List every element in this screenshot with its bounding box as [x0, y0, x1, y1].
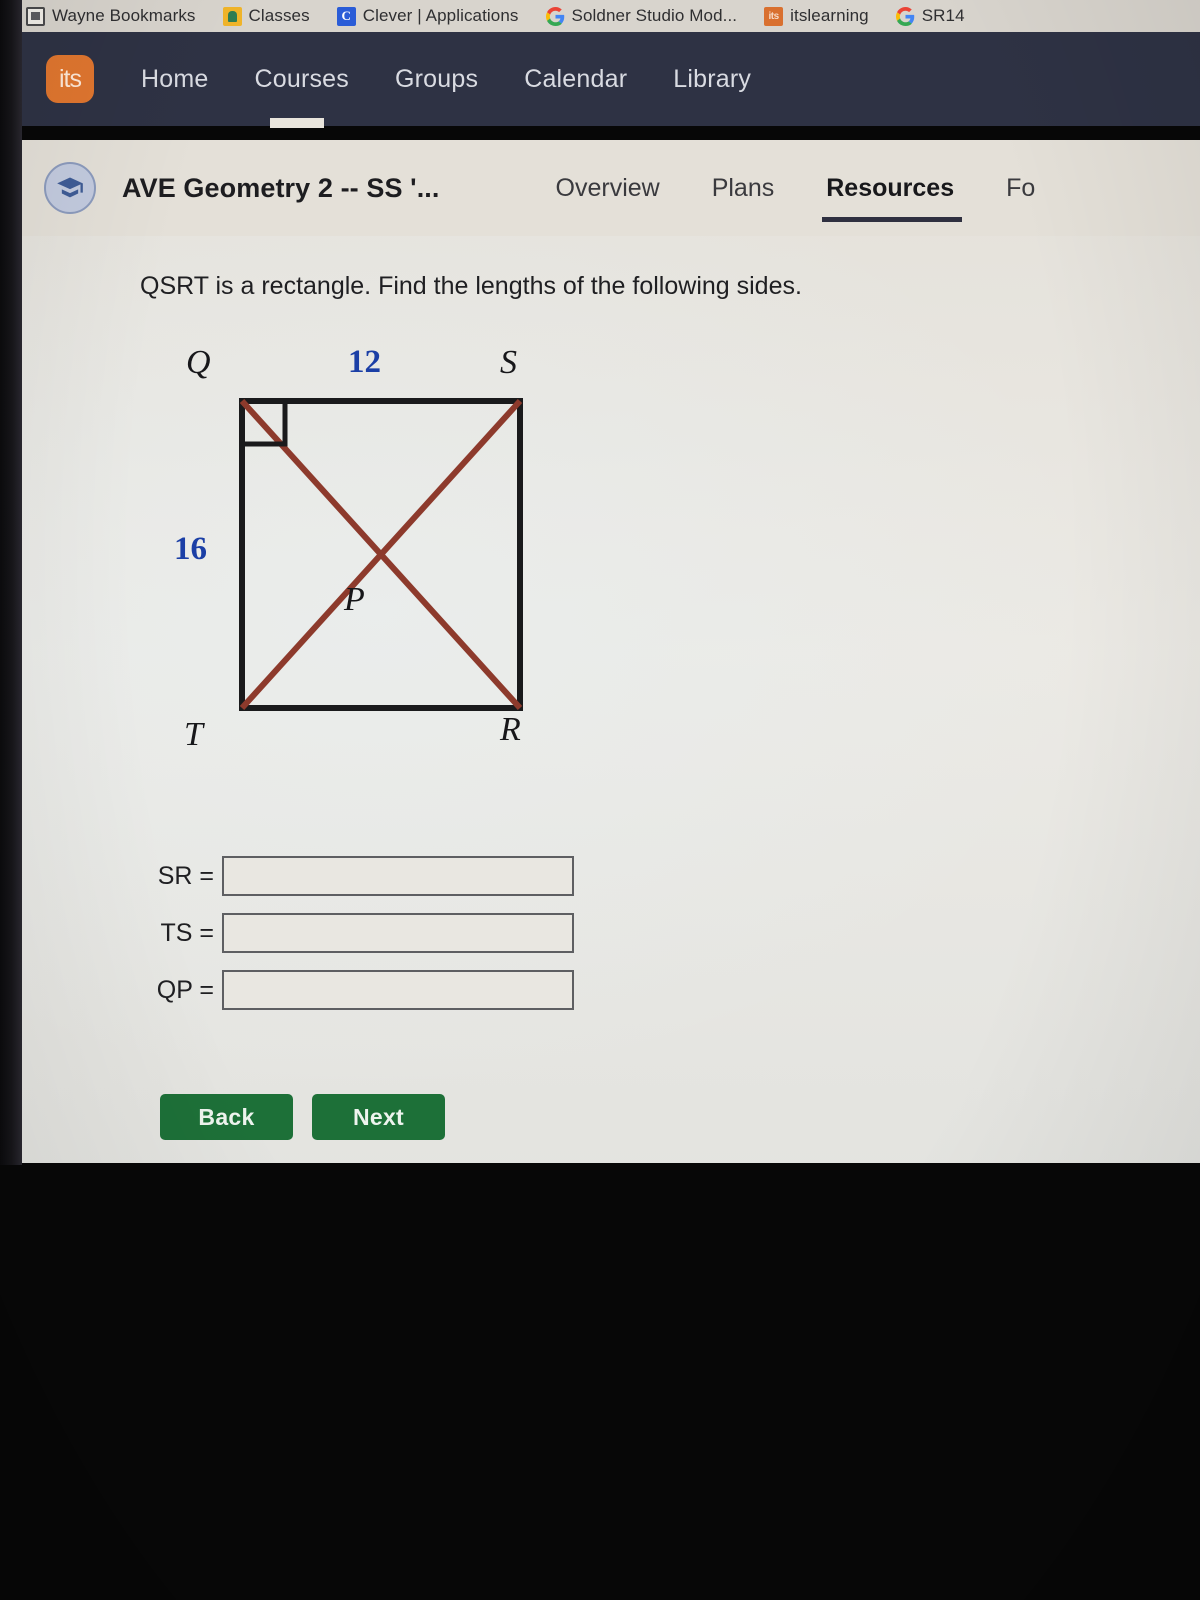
nav-item-groups[interactable]: Groups [372, 59, 501, 100]
answer-label-qp: QP = [156, 975, 214, 1004]
vertex-label-s: S [500, 344, 517, 381]
nav-item-home[interactable]: Home [118, 59, 232, 100]
rectangle-diagram-svg [239, 398, 523, 711]
navigation-buttons: Back Next [160, 1094, 445, 1140]
back-button[interactable]: Back [160, 1094, 293, 1140]
itslearning-logo[interactable]: its [46, 55, 94, 103]
tab-forum[interactable]: Fo [980, 140, 1061, 236]
nav-item-library[interactable]: Library [650, 59, 774, 100]
graduation-cap-icon [44, 162, 96, 214]
bookmark-clever-applications[interactable]: C Clever | Applications [336, 6, 532, 26]
vertex-label-p: P [344, 581, 365, 618]
photo-edge-shadow [0, 0, 22, 1165]
answer-fields-group: SR = TS = QP = [140, 856, 700, 1027]
vertex-label-r: R [500, 711, 521, 748]
bookmark-classes[interactable]: Classes [222, 6, 323, 26]
bookmark-label: itslearning [790, 6, 869, 25]
its-icon: its [764, 6, 784, 26]
nav-item-calendar[interactable]: Calendar [501, 59, 650, 100]
vertex-label-q: Q [186, 344, 211, 381]
answer-label-ts: TS = [160, 918, 215, 947]
bookmark-wayne-bookmarks[interactable]: Wayne Bookmarks [26, 6, 209, 26]
bookmark-label: SR14 [921, 6, 965, 25]
clever-icon: C [336, 6, 356, 26]
answer-input-ts[interactable] [222, 913, 574, 953]
bookmark-soldner-studio-mod[interactable]: Soldner Studio Mod... [545, 6, 751, 26]
measurement-top-side: 12 [348, 344, 381, 380]
measurement-left-side: 16 [174, 531, 207, 567]
page-title: AVE Geometry 2 -- SS '... [122, 172, 440, 203]
bookmark-sr14[interactable]: SR14 [895, 6, 978, 26]
vertex-label-t: T [184, 716, 203, 753]
answer-input-sr[interactable] [222, 856, 574, 896]
assignment-content-area: QSRT is a rectangle. Find the lengths of… [22, 236, 1200, 1163]
next-button[interactable]: Next [312, 1094, 445, 1140]
classes-icon [222, 6, 242, 26]
bookmark-label: Soldner Studio Mod... [571, 6, 738, 25]
google-icon [545, 6, 565, 26]
nav-item-courses[interactable]: Courses [232, 59, 373, 100]
itslearning-top-nav: its Home Courses Groups Calendar Library [22, 32, 1200, 126]
google-icon [895, 6, 915, 26]
answer-row-sr: SR = [140, 856, 700, 896]
screenshot-root: Wayne Bookmarks Classes C Clever | Appli… [0, 0, 1200, 1600]
answer-input-qp[interactable] [222, 970, 574, 1010]
tab-overview[interactable]: Overview [530, 140, 686, 236]
active-nav-indicator [270, 118, 324, 128]
bookmark-label: Wayne Bookmarks [52, 6, 196, 25]
bookmark-itslearning[interactable]: its itslearning [764, 6, 882, 26]
folder-icon [26, 6, 45, 26]
geometry-figure: Q S T R P 12 16 [142, 336, 562, 806]
question-prompt: QSRT is a rectangle. Find the lengths of… [140, 272, 802, 300]
tab-resources[interactable]: Resources [800, 140, 980, 236]
bookmark-label: Clever | Applications [362, 6, 519, 25]
answer-row-qp: QP = [140, 970, 700, 1010]
bookmark-label: Classes [248, 6, 310, 25]
tab-plans[interactable]: Plans [686, 140, 801, 236]
answer-row-ts: TS = [140, 913, 700, 953]
course-header-bar: AVE Geometry 2 -- SS '... Overview Plans… [22, 140, 1200, 236]
browser-bookmarks-bar: Wayne Bookmarks Classes C Clever | Appli… [0, 0, 1200, 32]
answer-label-sr: SR = [157, 861, 214, 890]
